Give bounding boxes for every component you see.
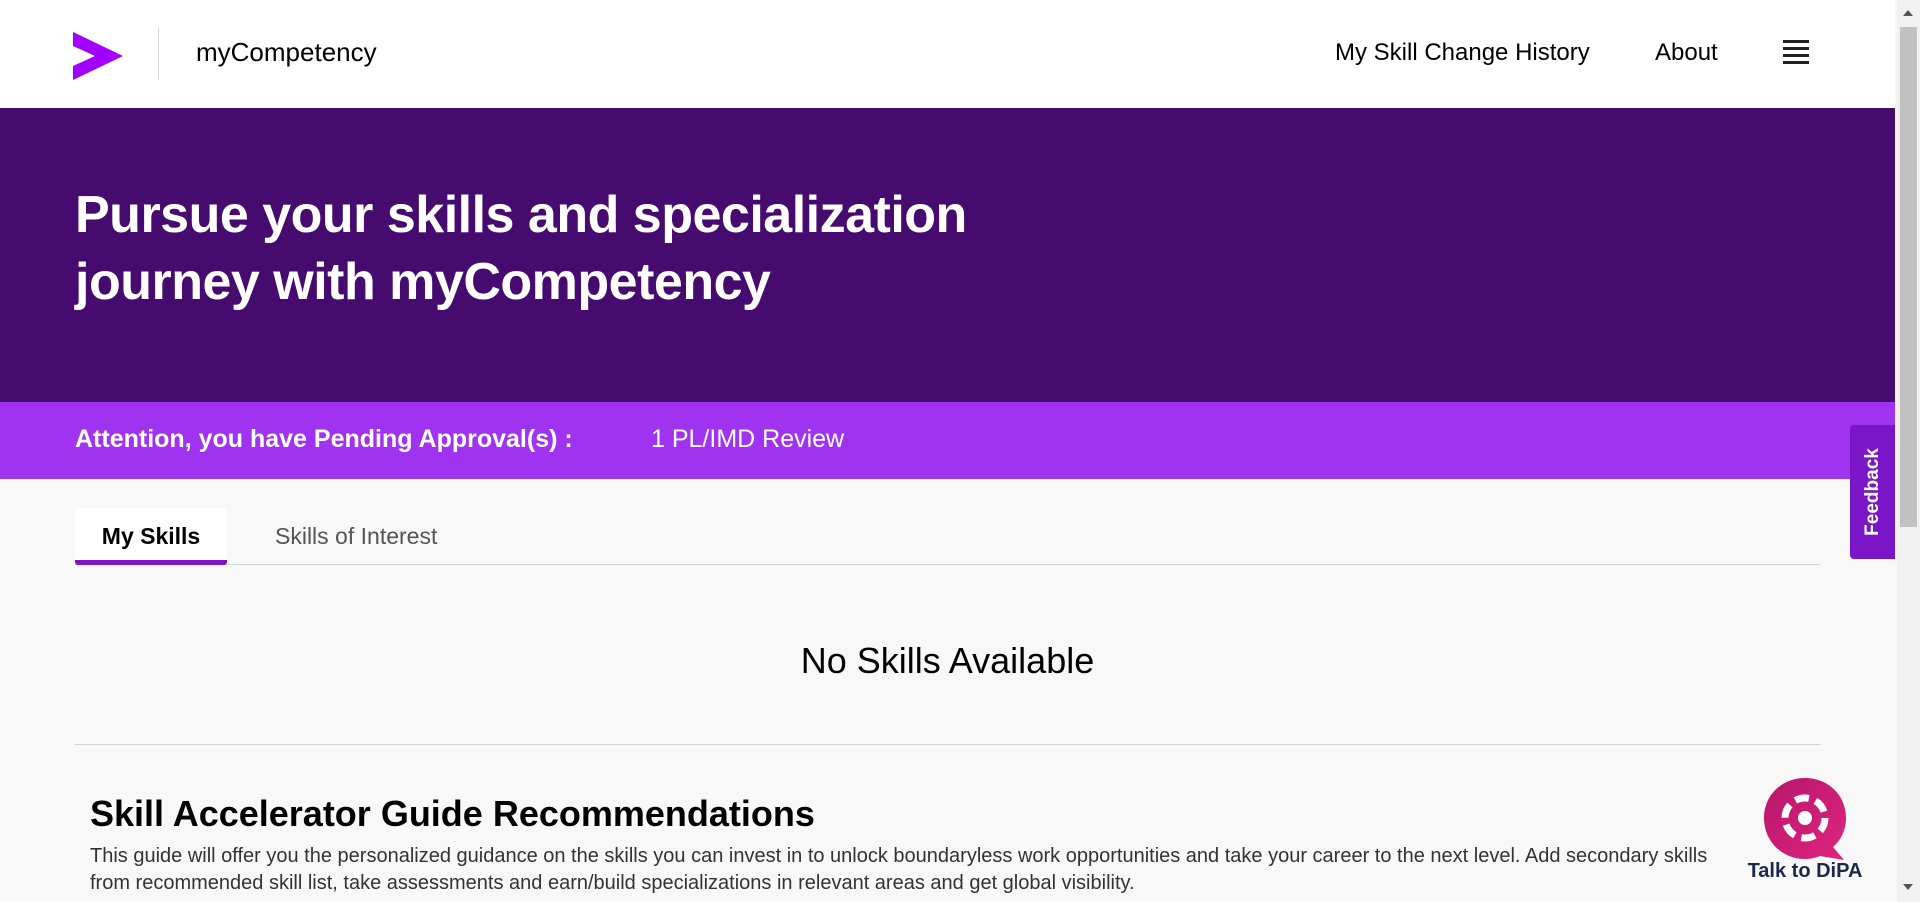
vertical-scrollbar[interactable] [1897,0,1920,902]
scroll-down-arrow-icon[interactable] [1903,884,1913,890]
talk-to-dipa-button[interactable]: Talk to DiPA [1735,770,1875,890]
section-divider [75,744,1820,745]
hamburger-menu-icon[interactable] [1783,38,1809,66]
accenture-logo-icon[interactable] [73,32,123,80]
header-divider [158,28,159,80]
nav-skill-change-history[interactable]: My Skill Change History [1335,39,1590,67]
talk-to-dipa-label: Talk to DiPA [1747,860,1863,882]
top-header: myCompetency My Skill Change History Abo… [0,0,1895,108]
scrollbar-thumb[interactable] [1900,27,1917,527]
chat-bubble-icon [1764,778,1846,860]
scroll-up-arrow-icon[interactable] [1903,10,1913,16]
tab-my-skills[interactable]: My Skills [75,508,227,565]
empty-state-message: No Skills Available [800,640,1095,681]
feedback-tab[interactable]: Feedback [1850,425,1895,559]
nav-about[interactable]: About [1655,39,1718,67]
pending-review-link[interactable]: 1 PL/IMD Review [651,425,844,454]
hero-title: Pursue your skills and specialization jo… [75,186,967,311]
skills-tabs: My Skills Skills of Interest [75,508,1820,565]
app-name[interactable]: myCompetency [196,37,377,68]
pending-approval-banner: Attention, you have Pending Approval(s) … [0,402,1895,479]
hero-banner: Pursue your skills and specialization jo… [0,108,1895,402]
page: myCompetency My Skill Change History Abo… [0,0,1895,902]
tab-skills-of-interest[interactable]: Skills of Interest [275,508,437,565]
feedback-label: Feedback [1861,448,1883,536]
pending-approval-label: Attention, you have Pending Approval(s) … [75,425,573,453]
guide-title: Skill Accelerator Guide Recommendations [90,793,815,834]
guide-description: This guide will offer you the personaliz… [90,845,1708,894]
